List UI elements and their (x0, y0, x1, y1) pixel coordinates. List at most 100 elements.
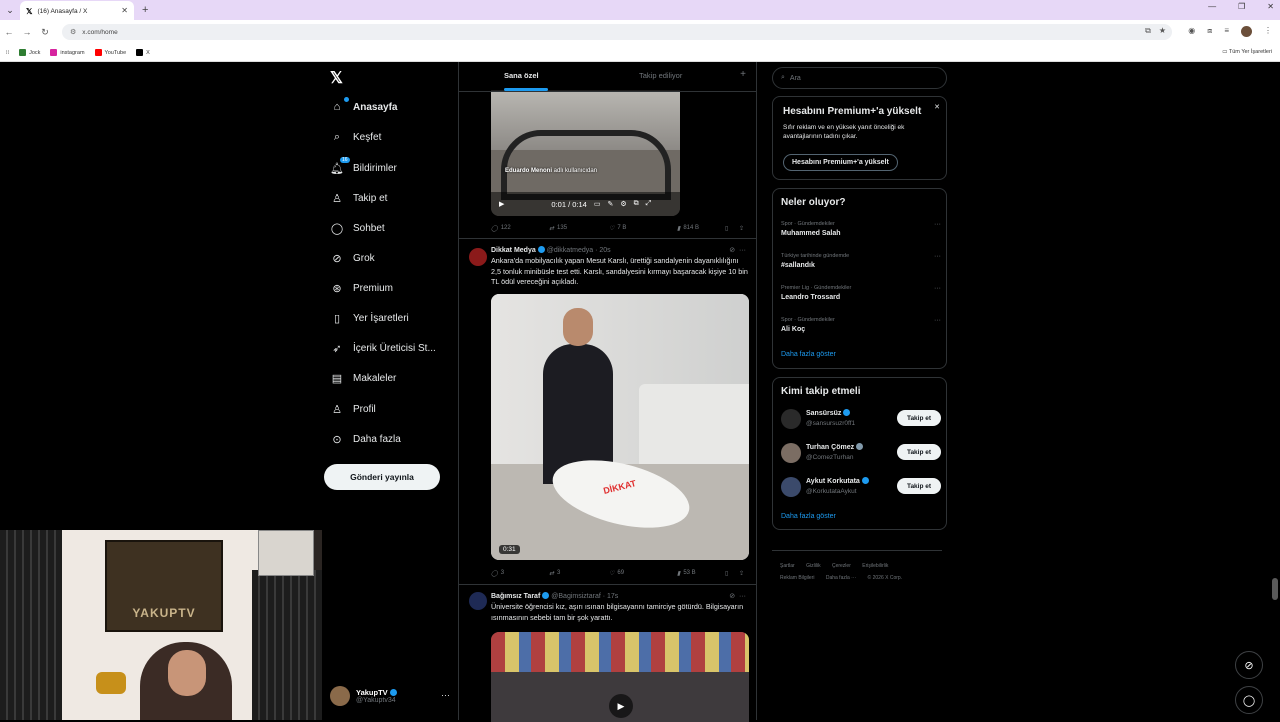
tab-for-you[interactable]: Sana özel (504, 71, 539, 80)
grok-float-icon[interactable]: ⊘ (1235, 651, 1263, 679)
new-tab-button[interactable]: + (142, 4, 148, 16)
share-icon[interactable]: ⇪ (739, 570, 744, 577)
forward-icon[interactable]: → (18, 27, 36, 37)
nav-articles[interactable]: ▤ Makaleler (330, 367, 397, 389)
reload-icon[interactable]: ↻ (36, 27, 54, 38)
more-horizontal-icon[interactable]: ··· (934, 221, 941, 228)
author-handle[interactable]: @Bagimsiztaraf (551, 593, 601, 600)
follow-suggestion[interactable]: Turhan Çömez @ComezTurhan Takip et (781, 440, 941, 466)
nav-notifications[interactable]: 🔔︎ Bildirimler 16 (330, 157, 397, 179)
scrollbar[interactable] (1272, 62, 1278, 720)
install-icon[interactable]: ⧉ (1145, 26, 1151, 36)
play-icon[interactable]: ▶ (609, 694, 633, 718)
footer-link[interactable]: Çerezler (832, 563, 851, 569)
captions-icon[interactable]: ▭ (594, 200, 601, 208)
account-switcher[interactable]: YakupTV @Yakuptv34 ··· (330, 682, 450, 710)
nav-premium[interactable]: ⊛ Premium (330, 277, 393, 299)
all-bookmarks[interactable]: ▭ Tüm Yer İşaretleri (1222, 49, 1272, 55)
show-more-link[interactable]: Daha fazla göster (781, 351, 836, 358)
apps-icon[interactable]: ⁞⁞ (6, 50, 9, 56)
more-horizontal-icon[interactable]: ··· (934, 253, 941, 260)
post-button[interactable]: Gönderi yayınla (324, 464, 440, 490)
author-name[interactable]: Bağımsız Taraf (491, 593, 540, 600)
url-input[interactable]: ⚙ x.com/home ⧉ ★ (62, 24, 1172, 40)
site-info-icon[interactable]: ⚙ (70, 28, 76, 36)
nav-chat[interactable]: ◯ Sohbet (330, 217, 385, 239)
add-tab-icon[interactable]: + (740, 69, 746, 80)
views-button[interactable]: ▮ 814 B (677, 225, 725, 232)
fullscreen-icon[interactable]: ⤢ (646, 200, 652, 208)
nav-more[interactable]: ⊙ Daha fazla (330, 428, 400, 450)
nav-home[interactable]: ⌂ Anasayfa (330, 96, 397, 118)
follow-suggestion[interactable]: Sansürsüz @sansursuzr0ff1 Takip et (781, 406, 941, 432)
search-input[interactable]: ⌕ Ara (772, 67, 947, 89)
queue-icon[interactable]: ≡ (1224, 26, 1229, 37)
nav-follow[interactable]: ♙ Takip et (330, 187, 387, 209)
tab-following[interactable]: Takip ediliyor (639, 71, 682, 80)
trend-item[interactable]: Premier Lig · Gündemdekiler Leandro Tross… (781, 285, 941, 301)
more-horizontal-icon[interactable]: ··· (739, 247, 746, 254)
settings-icon[interactable]: ⚙ (620, 200, 626, 208)
trend-item[interactable]: Türkiye tarihinde gündemde #sallandık ··· (781, 253, 941, 269)
follow-button[interactable]: Takip et (897, 444, 941, 460)
grok-icon[interactable]: ⊘ (729, 593, 735, 600)
profile-avatar[interactable] (1241, 26, 1252, 37)
avatar[interactable] (469, 592, 487, 610)
back-icon[interactable]: ← (0, 27, 18, 37)
footer-link[interactable]: Gizlilik (806, 563, 820, 569)
show-more-link[interactable]: Daha fazla göster (781, 513, 836, 520)
bookmark-icon[interactable]: ▯ (725, 225, 739, 232)
tab-close-icon[interactable]: ✕ (121, 6, 128, 15)
share-icon[interactable]: ⇪ (739, 225, 744, 232)
edit-icon[interactable]: ✎ (607, 200, 613, 208)
like-button[interactable]: ♡ 69 (609, 570, 677, 577)
bookmark-youtube[interactable]: YouTube (94, 49, 126, 56)
follow-button[interactable]: Takip et (897, 410, 941, 426)
browser-tab[interactable]: 𝕏 (16) Anasayfa / X ✕ (20, 1, 134, 21)
follow-button[interactable]: Takip et (897, 478, 941, 494)
menu-icon[interactable]: ⋮ (1264, 26, 1272, 37)
trend-item[interactable]: Spor · Gündemdekiler Ali Koç ··· (781, 317, 941, 333)
views-button[interactable]: ▮ 53 B (677, 570, 725, 577)
more-horizontal-icon[interactable]: ··· (934, 285, 941, 292)
video-player[interactable]: Eduardo Menoni adlı kullanıcıdan ▶ 0:01 … (491, 90, 680, 216)
puzzle-icon[interactable]: ⧈ (1207, 26, 1212, 37)
footer-link[interactable]: Daha fazla ··· (826, 575, 856, 581)
post-video[interactable]: ▶ (491, 632, 749, 722)
footer-link[interactable]: Reklam Bilgileri (780, 575, 814, 581)
footer-link[interactable]: Erişilebilirlik (862, 563, 888, 569)
grok-icon[interactable]: ⊘ (729, 247, 735, 254)
author-name[interactable]: Dikkat Medya (491, 247, 536, 254)
reply-button[interactable]: ◯ 3 (491, 570, 549, 577)
close-window-icon[interactable]: ✕ (1267, 2, 1274, 11)
bookmark-instagram[interactable]: instagram (50, 49, 85, 56)
nav-bookmarks[interactable]: ▯ Yer İşaretleri (330, 307, 409, 329)
chat-float-icon[interactable]: ◯ (1235, 686, 1263, 714)
more-horizontal-icon[interactable]: ··· (739, 593, 746, 600)
tab-search-icon[interactable]: ⌄ (0, 0, 20, 20)
premium-upgrade-button[interactable]: Hesabını Premium+'a yükselt (783, 154, 898, 171)
pip-icon[interactable]: ⧉ (634, 200, 639, 208)
more-horizontal-icon[interactable]: ··· (934, 317, 941, 324)
reply-button[interactable]: ◯ 122 (491, 225, 549, 232)
bookmark-icon[interactable]: ▯ (725, 570, 739, 577)
like-button[interactable]: ♡ 7 B (609, 225, 677, 232)
author-handle[interactable]: @dikkatmedya (547, 247, 593, 254)
bookmark-star-icon[interactable]: ★ (1159, 26, 1166, 36)
play-icon[interactable]: ▶ (499, 200, 504, 208)
follow-suggestion[interactable]: Aykut Korkutata @KorkutataAykut Takip et (781, 474, 941, 500)
minimize-icon[interactable]: — (1208, 2, 1216, 11)
close-icon[interactable]: ✕ (934, 103, 940, 111)
nav-explore[interactable]: ⌕ Keşfet (330, 126, 381, 148)
x-logo-icon[interactable]: 𝕏 (330, 68, 343, 88)
bookmark-jock[interactable]: Jock (19, 49, 40, 56)
nav-creator-studio[interactable]: ➶ İçerik Üreticisi St... (330, 337, 435, 359)
nav-grok[interactable]: ⊘ Grok (330, 247, 374, 269)
footer-link[interactable]: Şartlar (780, 563, 795, 569)
bookmark-x[interactable]: X (136, 49, 150, 56)
restore-icon[interactable]: ❐ (1238, 2, 1245, 11)
avatar[interactable] (469, 248, 487, 266)
nav-profile[interactable]: ♙ Profil (330, 398, 376, 420)
post-video[interactable]: DİKKAT 0:31 (491, 294, 749, 560)
repost-button[interactable]: ⇄ 3 (549, 570, 609, 577)
